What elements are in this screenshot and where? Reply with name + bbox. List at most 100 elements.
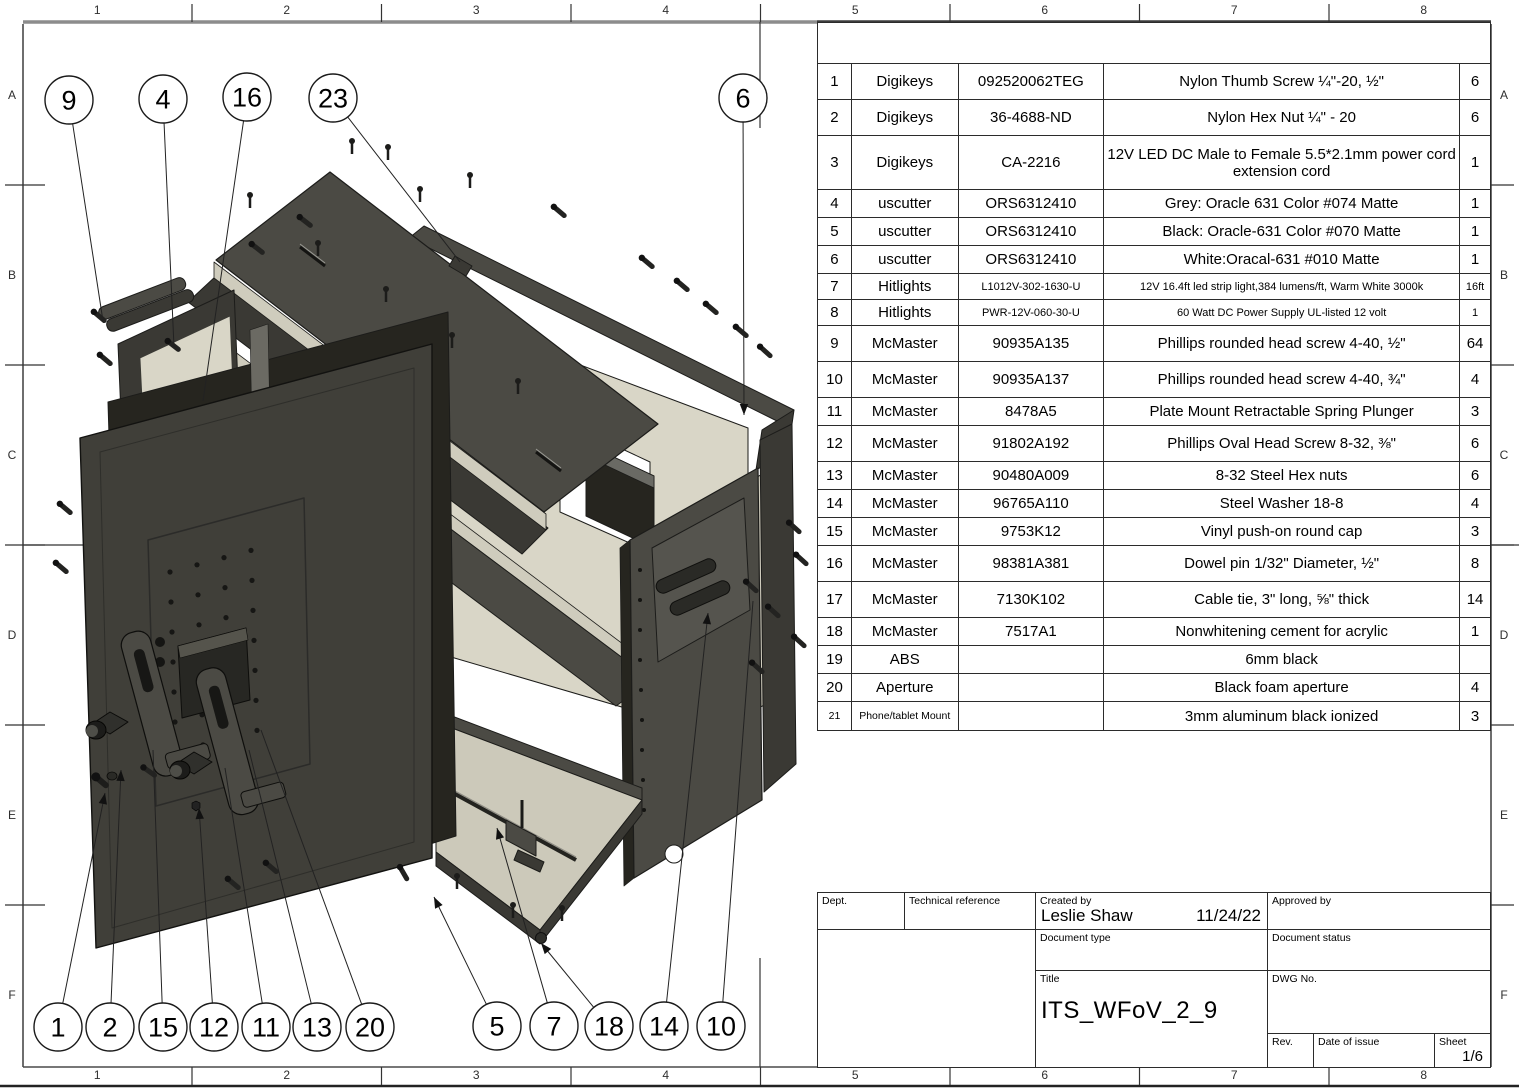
zone-row-label-right: B xyxy=(1500,268,1508,282)
document-status-cell: Document status xyxy=(1267,929,1491,971)
sheet-number: 1/6 xyxy=(1462,1048,1483,1065)
bom-vendor-15: McMaster xyxy=(852,518,959,545)
bom-desc-4: Grey: Oracle 631 Color #074 Matte xyxy=(1104,190,1460,217)
approved-by-cell: Approved by xyxy=(1267,892,1491,930)
bom-desc-16: Dowel pin 1/32" Diameter, ½" xyxy=(1104,546,1460,581)
bom-row-13: 13McMaster90480A0098-32 Steel Hex nuts6 xyxy=(818,462,1490,490)
pin-screw xyxy=(247,192,253,208)
bom-qty-8: 1 xyxy=(1460,300,1490,325)
panel-hole-a xyxy=(155,637,165,647)
bom-vendor-18: McMaster xyxy=(852,618,959,645)
bom-item-8: 8 xyxy=(818,300,852,325)
balloon-number-14: 14 xyxy=(649,1012,679,1042)
bom-item-2: 2 xyxy=(818,100,852,135)
created-by-cell: Created by Leslie Shaw 11/24/22 xyxy=(1035,892,1268,930)
leader-arrowhead xyxy=(740,404,748,415)
zone-col-label-top: 3 xyxy=(473,3,480,17)
bom-desc-1: Nylon Thumb Screw ¼"-20, ½" xyxy=(1104,64,1460,99)
zone-row-label-left: D xyxy=(8,628,17,642)
zone-col-label-top: 2 xyxy=(283,3,290,17)
bom-vendor-9: McMaster xyxy=(852,326,959,361)
balloon-number-15: 15 xyxy=(148,1013,178,1043)
bom-qty-16: 8 xyxy=(1460,546,1490,581)
vesa-hole xyxy=(250,608,255,613)
balloon-number-10: 10 xyxy=(706,1012,736,1042)
bom-item-19: 19 xyxy=(818,646,852,673)
bom-vendor-19: ABS xyxy=(852,646,959,673)
balloon-number-12: 12 xyxy=(199,1013,229,1043)
bom-vendor-13: McMaster xyxy=(852,462,959,489)
title-label: Title xyxy=(1040,973,1059,985)
balloon-number-4: 4 xyxy=(155,85,170,115)
bom-part-6: ORS6312410 xyxy=(959,246,1105,273)
technical-reference-label: Technical reference xyxy=(909,895,1000,907)
bom-row-9: 9McMaster90935A135Phillips rounded head … xyxy=(818,326,1490,362)
bom-vendor-11: McMaster xyxy=(852,398,959,425)
zone-col-label-bottom: 7 xyxy=(1231,1068,1238,1082)
balloon-number-9: 9 xyxy=(61,86,76,116)
bom-part-11: 8478A5 xyxy=(959,398,1105,425)
pin-screw xyxy=(385,144,391,160)
bom-desc-13: 8-32 Steel Hex nuts xyxy=(1104,462,1460,489)
bom-vendor-16: McMaster xyxy=(852,546,959,581)
bom-desc-6: White:Oracal-631 #010 Matte xyxy=(1104,246,1460,273)
leader-line-9 xyxy=(73,124,103,321)
bom-item-3: 3 xyxy=(818,136,852,189)
zone-col-label-bottom: 5 xyxy=(852,1068,859,1082)
bom-vendor-12: McMaster xyxy=(852,426,959,461)
bom-part-18: 7517A1 xyxy=(959,618,1105,645)
drawing-title: ITS_WFoV_2_9 xyxy=(1041,997,1218,1025)
zone-col-label-bottom: 3 xyxy=(473,1068,480,1082)
bom-item-17: 17 xyxy=(818,582,852,617)
bom-qty-6: 1 xyxy=(1460,246,1490,273)
bom-part-2: 36-4688-ND xyxy=(959,100,1105,135)
zone-col-label-top: 8 xyxy=(1420,3,1427,17)
zone-col-label-top: 6 xyxy=(1041,3,1048,17)
pin-screw xyxy=(417,186,423,202)
bom-qty-19 xyxy=(1460,646,1490,673)
bom-part-21 xyxy=(959,702,1105,730)
document-status-label: Document status xyxy=(1272,932,1351,944)
zone-row-label-left: B xyxy=(8,268,16,282)
dwg-no-cell: DWG No. xyxy=(1267,970,1491,1034)
vesa-hole xyxy=(221,555,226,560)
leader-line-18 xyxy=(541,943,594,1007)
bom-part-17: 7130K102 xyxy=(959,582,1105,617)
zone-row-label-left: F xyxy=(8,988,15,1002)
bom-vendor-21: Phone/tablet Mount xyxy=(852,702,959,730)
vesa-hole xyxy=(196,622,201,627)
bom-row-19: 19ABS6mm black xyxy=(818,646,1490,674)
screw xyxy=(549,202,568,219)
bom-desc-3: 12V LED DC Male to Female 5.5*2.1mm powe… xyxy=(1104,136,1460,189)
bom-desc-15: Vinyl push-on round cap xyxy=(1104,518,1460,545)
balloon-number-6: 6 xyxy=(735,84,750,114)
leader-line-6 xyxy=(743,122,744,415)
zone-row-label-right: E xyxy=(1500,808,1508,822)
bom-vendor-3: Digikeys xyxy=(852,136,959,189)
bom-part-12: 91802A192 xyxy=(959,426,1105,461)
bom-qty-5: 1 xyxy=(1460,218,1490,245)
bom-desc-14: Steel Washer 18-8 xyxy=(1104,490,1460,517)
bom-desc-17: Cable tie, 3" long, ⅝" thick xyxy=(1104,582,1460,617)
bom-part-14: 96765A110 xyxy=(959,490,1105,517)
bom-row-6: 6uscutterORS6312410White:Oracal-631 #010… xyxy=(818,246,1490,274)
bom-item-4: 4 xyxy=(818,190,852,217)
bom-qty-10: 4 xyxy=(1460,362,1490,397)
bom-row-17: 17McMaster7130K102Cable tie, 3" long, ⅝"… xyxy=(818,582,1490,618)
bom-part-16: 98381A381 xyxy=(959,546,1105,581)
bom-part-4: ORS6312410 xyxy=(959,190,1105,217)
dwg-no-label: DWG No. xyxy=(1272,973,1317,985)
bom-qty-9: 64 xyxy=(1460,326,1490,361)
balloon-number-7: 7 xyxy=(546,1012,561,1042)
screw xyxy=(792,550,811,568)
zone-col-label-top: 7 xyxy=(1231,3,1238,17)
vesa-hole xyxy=(171,689,176,694)
bom-vendor-14: McMaster xyxy=(852,490,959,517)
leader-line-5 xyxy=(434,897,486,1004)
document-type-cell: Document type xyxy=(1035,929,1268,971)
bom-vendor-20: Aperture xyxy=(852,674,959,701)
bom-qty-7: 16ft xyxy=(1460,274,1490,299)
bom-item-20: 20 xyxy=(818,674,852,701)
bom-table: 1Digikeys092520062TEGNylon Thumb Screw ¼… xyxy=(817,22,1491,731)
balloon-number-23: 23 xyxy=(318,84,348,114)
